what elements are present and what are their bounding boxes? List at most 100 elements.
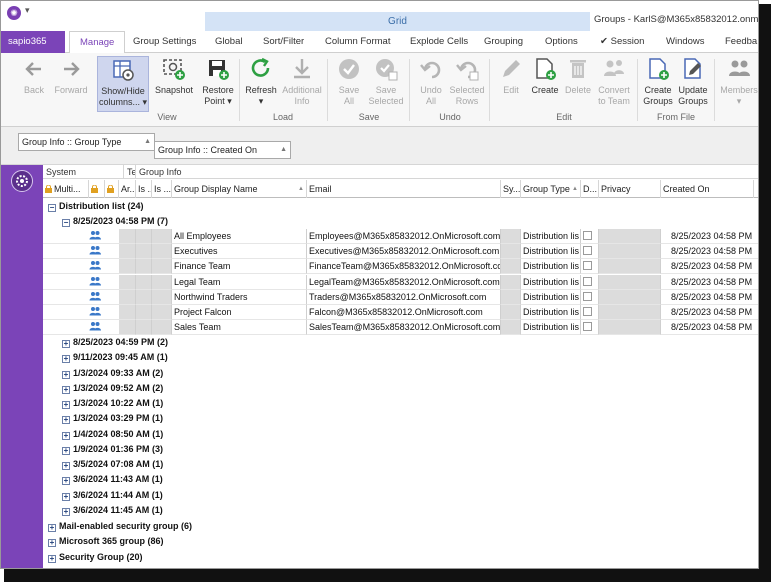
members-button[interactable]: Members ▾ [718,56,758,107]
col-group-display-name[interactable]: Group Display Name ▲ [172,180,307,198]
group-row-type[interactable]: + Mail-enabled security group (6) [43,519,758,534]
col-multi[interactable]: Multi... [43,180,89,198]
col-email[interactable]: Email [307,180,501,198]
tab-column-format[interactable]: Column Format [325,31,390,53]
restore-point-button[interactable]: Restore Point ▾ [199,56,237,107]
checkbox[interactable] [583,246,592,256]
expand-icon[interactable]: + [48,539,56,548]
band-te[interactable]: Te... [124,165,136,179]
table-row[interactable]: Legal Team LegalTeam@M365x85832012.OnMicr… [43,274,758,290]
tab-session[interactable]: ✔ Session [600,31,644,53]
cell-created-on[interactable]: 8/25/2023 04:58 PM [661,320,758,336]
tab-group-settings[interactable]: Group Settings [133,31,196,53]
update-groups-button[interactable]: Update Groups [676,56,710,107]
group-row-distribution-list[interactable]: − Distribution list (24) [43,199,758,214]
tab-windows[interactable]: Windows [666,31,705,53]
group-chip-created-on[interactable]: Group Info :: Created On ▲ [154,141,291,159]
tab-feedback[interactable]: Feedba [725,31,757,53]
cell-group-type[interactable]: Distribution lis [521,305,581,320]
cell-email[interactable]: Executives@M365x85832012.OnMicrosoft.com [307,244,501,260]
cell-display-name[interactable]: Sales Team [172,320,307,336]
cell-display-name[interactable]: Project Falcon [172,305,307,320]
table-row[interactable]: Executives Executives@M365x85832012.OnMic… [43,244,758,260]
table-row[interactable]: Sales Team SalesTeam@M365x85832012.OnMicr… [43,320,758,336]
checkbox[interactable] [583,307,592,316]
group-row-date[interactable]: +8/25/2023 04:59 PM (2) [43,335,758,350]
tab-global[interactable]: Global [215,31,242,53]
show-hide-columns-button[interactable]: Show/Hide columns... ▾ [97,56,149,112]
cell-d[interactable] [581,305,599,320]
tab-grouping[interactable]: Grouping [484,31,523,53]
cell-created-on[interactable]: 8/25/2023 04:58 PM [661,244,758,260]
group-row-date[interactable]: +1/9/2024 01:36 PM (3) [43,442,758,457]
expand-icon[interactable]: + [62,416,70,425]
cell-email[interactable]: SalesTeam@M365x85832012.OnMicrosoft.com [307,320,501,336]
cell-email[interactable]: Employees@M365x85832012.OnMicrosoft.com [307,229,501,244]
tab-sort-filter[interactable]: Sort/Filter [263,31,304,53]
col-is-2[interactable]: Is ... [152,180,172,198]
expand-icon[interactable]: + [62,370,70,379]
group-row-date[interactable]: +1/3/2024 09:52 AM (2) [43,381,758,396]
settings-gear-button[interactable] [11,170,33,192]
delete-button[interactable]: Delete [563,56,593,96]
cell-d[interactable] [581,274,599,290]
quick-access-dropdown-icon[interactable]: ▾ [25,5,30,16]
cell-created-on[interactable]: 8/25/2023 04:58 PM [661,229,758,244]
col-sy[interactable]: Sy... [501,180,521,198]
cell-group-type[interactable]: Distribution lis [521,320,581,336]
forward-button[interactable]: Forward [53,56,89,96]
table-row[interactable]: Northwind Traders Traders@M365x85832012.O… [43,289,758,305]
col-group-type[interactable]: Group Type ▲ [521,180,581,198]
group-row-date[interactable]: +9/11/2023 09:45 AM (1) [43,350,758,365]
cell-display-name[interactable]: All Employees [172,229,307,244]
group-row-date[interactable]: +3/6/2024 11:44 AM (1) [43,488,758,503]
save-all-button[interactable]: Save All [333,56,365,107]
cell-d[interactable] [581,320,599,336]
expand-icon[interactable]: + [62,462,70,470]
group-chip-group-type[interactable]: Group Info :: Group Type ▲ [18,133,155,151]
collapse-icon[interactable]: − [48,204,56,212]
group-row-date[interactable]: +3/6/2024 11:43 AM (1) [43,472,758,487]
cell-group-type[interactable]: Distribution lis [521,274,581,290]
cell-display-name[interactable]: Northwind Traders [172,289,307,305]
edit-button[interactable]: Edit [495,56,527,96]
cell-email[interactable]: LegalTeam@M365x85832012.OnMicrosoft.com [307,274,501,290]
cell-group-type[interactable]: Distribution lis [521,259,581,275]
cell-group-type[interactable]: Distribution lis [521,229,581,244]
band-system[interactable]: System [43,165,124,179]
refresh-button[interactable]: Refresh ▾ [243,56,279,107]
snapshot-button[interactable]: Snapshot [153,56,195,96]
expand-icon[interactable]: + [62,477,70,486]
table-row[interactable]: Finance Team FinanceTeam@M365x85832012.On… [43,259,758,275]
table-row[interactable]: Project Falcon Falcon@M365x85832012.OnMic… [43,305,758,320]
col-ar[interactable]: Ar... [119,180,136,198]
group-row-type[interactable]: + Microsoft 365 group (86) [43,534,758,549]
expand-icon[interactable]: + [62,340,70,348]
checkbox[interactable] [583,291,592,301]
cell-created-on[interactable]: 8/25/2023 04:58 PM [661,259,758,275]
collapse-icon[interactable]: − [62,219,70,227]
cell-email[interactable]: FinanceTeam@M365x85832012.OnMicrosoft.co… [307,259,501,275]
cell-group-type[interactable]: Distribution lis [521,244,581,260]
tab-options[interactable]: Options [545,31,578,53]
undo-selected-rows-button[interactable]: Selected Rows [449,56,485,107]
group-row-date[interactable]: +3/6/2024 11:45 AM (1) [43,503,758,518]
band-group-info[interactable]: Group Info [136,165,758,179]
tab-manage[interactable]: Manage [69,31,126,54]
app-logo-icon[interactable]: ✺ [7,6,21,20]
cell-display-name[interactable]: Finance Team [172,259,307,275]
group-row-date[interactable]: −8/25/2023 04:58 PM (7) [43,214,758,229]
expand-icon[interactable]: + [48,554,56,563]
group-row-type[interactable]: + Security Group (20) [43,550,758,565]
group-row-date[interactable]: +1/3/2024 10:22 AM (1) [43,396,758,411]
create-button[interactable]: Create [529,56,561,96]
cell-display-name[interactable]: Legal Team [172,274,307,290]
convert-to-team-button[interactable]: Convert to Team [595,56,633,107]
cell-created-on[interactable]: 8/25/2023 04:58 PM [661,290,758,305]
cell-group-type[interactable]: Distribution lis [521,289,581,305]
col-created-on[interactable]: Created On [661,180,754,198]
expand-icon[interactable]: + [62,507,70,516]
create-groups-button[interactable]: Create Groups [641,56,675,107]
group-row-date[interactable]: +1/3/2024 03:29 PM (1) [43,411,758,426]
table-row[interactable]: All Employees Employees@M365x85832012.OnM… [43,229,758,244]
